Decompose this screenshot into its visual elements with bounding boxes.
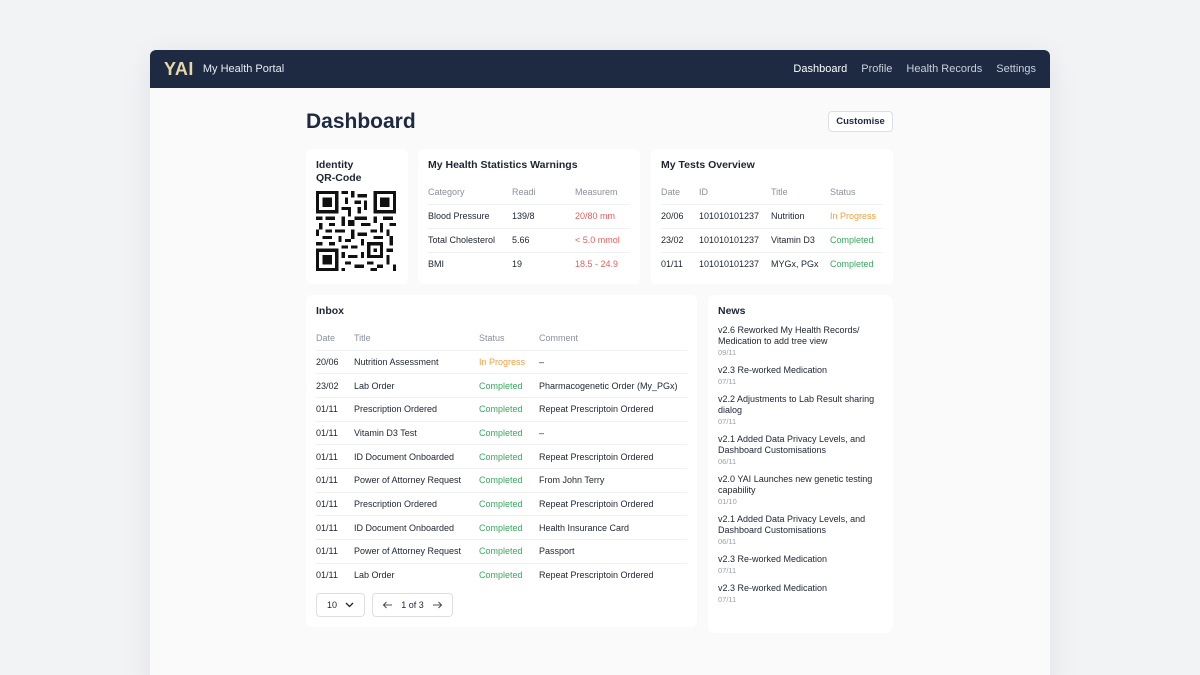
column-header: Title: [354, 332, 371, 343]
news-item[interactable]: v2.1 Added Data Privacy Levels, and Dash…: [718, 514, 883, 546]
customise-button[interactable]: Customise: [828, 111, 893, 132]
pagination: 10 1 of 3: [316, 593, 453, 617]
health-stats-table: Category Readi Measurem Blood Pressure 1…: [428, 180, 630, 276]
column-header: Date: [316, 332, 336, 343]
status-badge: Completed: [479, 396, 539, 422]
column-header: Status: [479, 332, 505, 343]
status-badge: In Progress: [479, 349, 539, 374]
tests-overview-table: Date ID Title Status 20/06 101010101237 …: [661, 180, 883, 276]
table-row[interactable]: 20/06 Nutrition Assessment In Progress –: [316, 349, 687, 374]
identity-qr-title: Identity QR-Code: [316, 159, 362, 184]
column-header: ID: [699, 186, 708, 197]
table-row[interactable]: 01/11 Power of Attorney Request Completed P…: [316, 539, 687, 564]
news-item[interactable]: v2.2 Adjustments to Lab Result sharing d…: [718, 394, 883, 426]
logo[interactable]: YAI: [164, 59, 194, 80]
column-header: Status: [830, 186, 856, 197]
health-stats-title: My Health Statistics Warnings: [428, 159, 578, 171]
page-navigator: 1 of 3: [372, 593, 453, 617]
table-row[interactable]: 23/02 Lab Order Completed Pharmacogenetic O…: [316, 373, 687, 398]
status-badge: Completed: [479, 539, 539, 564]
table-row[interactable]: 01/11 ID Document Onboarded Completed Healt…: [316, 515, 687, 540]
table-row[interactable]: 01/11 101010101237 MYGx, PGx Completed: [661, 251, 883, 276]
top-navigation-bar: YAI My Health Portal Dashboard Profile H…: [150, 50, 1050, 88]
inbox-card: Inbox Date Title Status Comment 20/06 Nut…: [306, 295, 697, 627]
status-badge: Completed: [830, 251, 883, 276]
nav-profile[interactable]: Profile: [861, 63, 892, 75]
column-header: Date: [661, 186, 681, 197]
inbox-table: Date Title Status Comment 20/06 Nutrition…: [316, 326, 687, 587]
status-badge: Completed: [830, 227, 883, 252]
app-window: YAI My Health Portal Dashboard Profile H…: [150, 50, 1050, 675]
tests-overview-title: My Tests Overview: [661, 159, 755, 171]
table-row[interactable]: 01/11 Prescription Ordered Completed Repeat…: [316, 491, 687, 516]
app-title: My Health Portal: [202, 63, 285, 75]
qr-code-image: [316, 191, 396, 271]
health-stats-card: My Health Statistics Warnings Category R…: [418, 149, 640, 284]
news-title: News: [718, 305, 746, 317]
column-header: Category: [428, 186, 465, 197]
chevron-down-icon: [345, 602, 354, 608]
status-badge: Completed: [479, 491, 539, 516]
identity-qr-card: Identity QR-Code: [306, 149, 408, 284]
status-badge: Completed: [479, 467, 539, 493]
table-row[interactable]: 01/11 Vitamin D3 Test Completed –: [316, 420, 687, 445]
status-badge: In Progress: [830, 203, 883, 228]
page-size-select[interactable]: 10: [316, 593, 365, 617]
nav-health-records[interactable]: Health Records: [906, 63, 982, 75]
news-card: News v2.6 Reworked My Health Records/ Me…: [708, 295, 893, 633]
main-nav: Dashboard Profile Health Records Setting…: [793, 63, 1036, 75]
column-header: Title: [771, 186, 788, 197]
arrow-right-icon[interactable]: [432, 601, 443, 609]
inbox-title: Inbox: [316, 305, 344, 317]
status-badge: Completed: [479, 373, 539, 398]
tests-overview-card: My Tests Overview Date ID Title Status 2…: [651, 149, 893, 284]
page-title: Dashboard: [306, 110, 416, 133]
status-badge: Completed: [479, 515, 539, 540]
table-row[interactable]: Total Cholesterol 5.66 < 5.0 mmol: [428, 227, 630, 252]
table-row[interactable]: 20/06 101010101237 Nutrition In Progress: [661, 203, 883, 228]
table-row[interactable]: Blood Pressure 139/8 20/80 mm: [428, 203, 630, 228]
table-row[interactable]: 01/11 ID Document Onboarded Completed Repea…: [316, 444, 687, 469]
news-item[interactable]: v2.3 Re-worked Medication 07/11: [718, 554, 883, 575]
status-badge: Completed: [479, 562, 539, 587]
table-row[interactable]: 01/11 Prescription Ordered Completed Repeat…: [316, 396, 687, 422]
news-item[interactable]: v2.6 Reworked My Health Records/ Medicat…: [718, 325, 883, 357]
table-row[interactable]: 01/11 Power of Attorney Request Completed F…: [316, 467, 687, 493]
table-row[interactable]: 23/02 101010101237 Vitamin D3 Completed: [661, 227, 883, 252]
column-header: Comment: [539, 332, 579, 343]
news-item[interactable]: v2.1 Added Data Privacy Levels, and Dash…: [718, 434, 883, 466]
table-row[interactable]: BMI 19 18.5 - 24.9: [428, 251, 630, 276]
nav-dashboard[interactable]: Dashboard: [793, 63, 847, 75]
news-item[interactable]: v2.3 Re-worked Medication 07/11: [718, 365, 883, 386]
page-indicator: 1 of 3: [401, 600, 424, 610]
column-header: Readi: [512, 186, 536, 197]
nav-settings[interactable]: Settings: [996, 63, 1036, 75]
status-badge: Completed: [479, 420, 539, 445]
news-item[interactable]: v2.3 Re-worked Medication 07/11: [718, 583, 883, 604]
status-badge: Completed: [479, 444, 539, 469]
arrow-left-icon[interactable]: [382, 601, 393, 609]
table-row[interactable]: 01/11 Lab Order Completed Repeat Prescripto…: [316, 562, 687, 587]
news-item[interactable]: v2.0 YAI Launches new genetic testing ca…: [718, 474, 883, 506]
column-header: Measurem: [575, 186, 618, 197]
